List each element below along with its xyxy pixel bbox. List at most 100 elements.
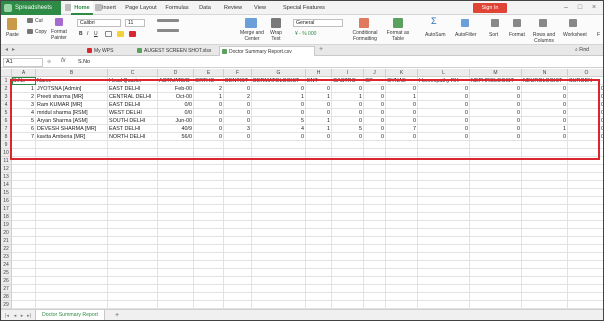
select-all-corner[interactable] [1, 69, 12, 77]
row-header[interactable]: 13 [1, 173, 12, 181]
minimize-icon[interactable]: – [561, 3, 571, 13]
table-cell[interactable] [522, 237, 568, 245]
column-header[interactable]: E [194, 69, 224, 77]
table-cell[interactable] [252, 213, 306, 221]
table-cell[interactable] [568, 229, 603, 237]
table-cell[interactable] [12, 165, 36, 173]
new-tab-icon[interactable]: + [319, 46, 323, 53]
column-header[interactable]: L [418, 69, 470, 77]
table-cell[interactable] [386, 237, 418, 245]
table-cell[interactable] [194, 237, 224, 245]
row-header[interactable]: 26 [1, 277, 12, 285]
table-cell[interactable] [332, 181, 364, 189]
table-cell[interactable] [386, 213, 418, 221]
table-cell[interactable] [224, 245, 252, 253]
sheet-tab-doctor-summary[interactable]: Doctor Summary Report [35, 310, 105, 320]
table-cell[interactable] [194, 229, 224, 237]
row-header[interactable]: 16 [1, 197, 12, 205]
wrap-text-icon[interactable] [271, 18, 281, 28]
wrap-text-button[interactable]: Wrap Text [269, 30, 283, 42]
table-cell[interactable] [252, 237, 306, 245]
table-cell[interactable] [364, 221, 386, 229]
table-cell[interactable] [194, 277, 224, 285]
table-cell[interactable] [522, 293, 568, 301]
table-cell[interactable] [418, 285, 470, 293]
table-cell[interactable] [386, 221, 418, 229]
table-cell[interactable] [252, 253, 306, 261]
row-header[interactable]: 22 [1, 245, 12, 253]
table-cell[interactable] [418, 269, 470, 277]
tab-data[interactable]: Data [195, 1, 215, 15]
table-cell[interactable] [306, 261, 332, 269]
table-cell[interactable] [252, 245, 306, 253]
table-cell[interactable] [522, 277, 568, 285]
table-cell[interactable] [470, 253, 522, 261]
table-cell[interactable] [36, 229, 108, 237]
table-cell[interactable] [568, 205, 603, 213]
table-cell[interactable] [158, 165, 194, 173]
table-cell[interactable] [306, 301, 332, 309]
table-cell[interactable] [36, 221, 108, 229]
table-cell[interactable] [194, 253, 224, 261]
table-cell[interactable] [224, 237, 252, 245]
tab-formulas[interactable]: Formulas [163, 1, 191, 15]
zoom-icon[interactable]: ⊕ [47, 59, 51, 65]
table-cell[interactable] [418, 253, 470, 261]
table-cell[interactable] [224, 221, 252, 229]
table-cell[interactable] [306, 253, 332, 261]
table-cell[interactable] [224, 213, 252, 221]
table-cell[interactable] [332, 205, 364, 213]
table-cell[interactable] [418, 277, 470, 285]
table-cell[interactable] [386, 173, 418, 181]
table-cell[interactable] [224, 205, 252, 213]
table-cell[interactable] [306, 173, 332, 181]
table-cell[interactable] [224, 253, 252, 261]
tab-home[interactable]: Home [71, 1, 93, 15]
table-cell[interactable] [306, 293, 332, 301]
doc-tab-augest[interactable]: AUGEST SCREEN SHOT.xlsx [135, 46, 217, 56]
table-cell[interactable] [418, 189, 470, 197]
table-cell[interactable] [332, 213, 364, 221]
table-cell[interactable] [470, 181, 522, 189]
table-cell[interactable] [158, 277, 194, 285]
next-sheet-icon[interactable]: ▸ [19, 313, 25, 319]
table-cell[interactable] [36, 173, 108, 181]
table-cell[interactable] [252, 301, 306, 309]
table-cell[interactable] [108, 213, 158, 221]
table-cell[interactable] [568, 301, 603, 309]
table-cell[interactable] [194, 165, 224, 173]
table-cell[interactable] [12, 293, 36, 301]
table-cell[interactable] [332, 253, 364, 261]
table-cell[interactable] [470, 213, 522, 221]
paste-icon[interactable] [7, 18, 17, 30]
table-cell[interactable] [194, 301, 224, 309]
table-cell[interactable] [36, 293, 108, 301]
format-button[interactable]: Format [509, 32, 525, 38]
merge-center-button[interactable]: Merge and Center [239, 30, 265, 42]
table-cell[interactable] [194, 261, 224, 269]
table-cell[interactable] [332, 197, 364, 205]
table-cell[interactable] [306, 165, 332, 173]
table-cell[interactable] [224, 173, 252, 181]
align-top-icon[interactable] [157, 19, 179, 22]
table-cell[interactable] [332, 301, 364, 309]
table-cell[interactable] [194, 293, 224, 301]
table-cell[interactable] [224, 261, 252, 269]
table-cell[interactable] [522, 197, 568, 205]
table-cell[interactable] [418, 229, 470, 237]
row-header[interactable]: 25 [1, 269, 12, 277]
table-cell[interactable] [12, 181, 36, 189]
table-cell[interactable] [224, 277, 252, 285]
row-header[interactable]: 17 [1, 205, 12, 213]
table-cell[interactable] [224, 229, 252, 237]
table-cell[interactable] [306, 221, 332, 229]
table-cell[interactable] [568, 261, 603, 269]
conditional-formatting-button[interactable]: Conditional Formatting [351, 30, 379, 42]
table-cell[interactable] [332, 165, 364, 173]
column-header[interactable]: B [36, 69, 108, 77]
table-cell[interactable] [12, 261, 36, 269]
table-cell[interactable] [568, 253, 603, 261]
currency-icon[interactable]: ¥ - % 000 [295, 31, 316, 37]
column-header[interactable]: J [364, 69, 386, 77]
table-cell[interactable] [36, 181, 108, 189]
